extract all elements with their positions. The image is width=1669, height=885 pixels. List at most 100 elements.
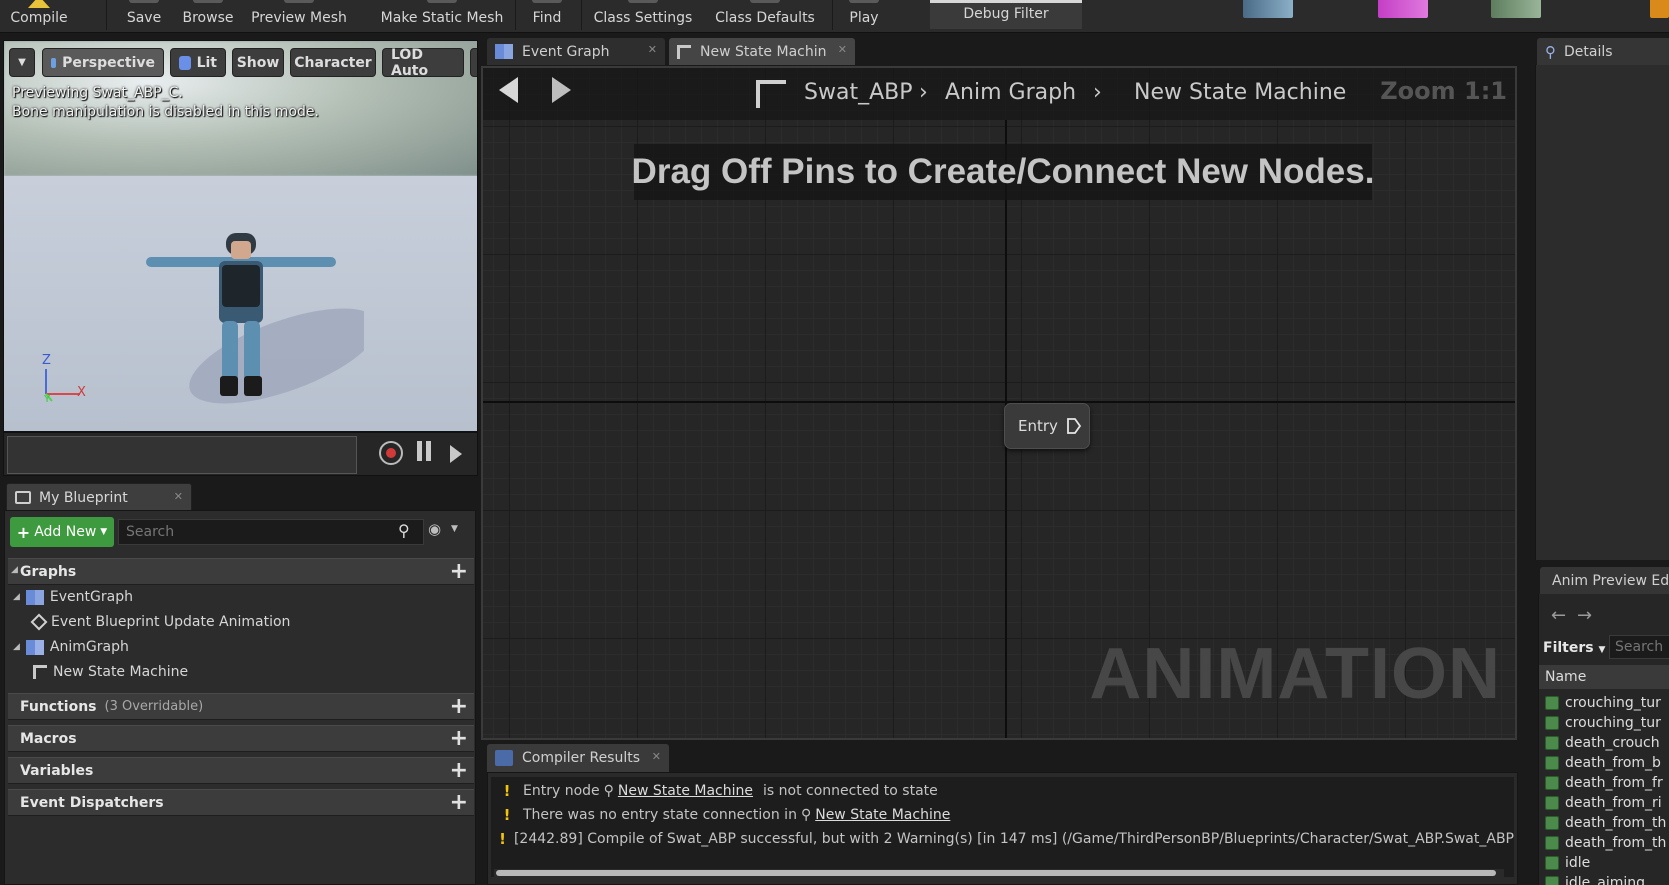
blueprint-search-input[interactable] — [118, 519, 424, 545]
back-arrow-icon[interactable]: ← — [1551, 605, 1566, 626]
compile-label: Compile — [10, 10, 68, 26]
tree-item-new-state-machine[interactable]: New State Machine — [33, 664, 188, 680]
thumbnail-icon[interactable] — [1491, 0, 1541, 18]
add-macro-button[interactable]: + — [450, 728, 468, 750]
list-item[interactable]: idle — [1545, 853, 1669, 872]
step-forward-icon — [450, 445, 462, 463]
add-function-button[interactable]: + — [450, 696, 468, 718]
add-variable-button[interactable]: + — [450, 760, 468, 782]
browse-button[interactable]: Browse — [180, 0, 236, 33]
log-line: ! [2442.89] Compile of Swat_ABP successf… — [491, 828, 1514, 850]
lit-sphere-icon — [179, 55, 191, 70]
step-forward-button[interactable] — [450, 441, 462, 470]
class-defaults-button[interactable]: Class Defaults — [713, 0, 817, 33]
class-settings-button[interactable]: Class Settings — [592, 0, 694, 33]
viewport-options-dropdown[interactable]: ▼ — [9, 48, 35, 77]
character-dropdown[interactable]: Character — [290, 48, 376, 77]
tab-event-graph[interactable]: Event Graph ✕ — [487, 38, 665, 65]
close-icon[interactable]: ✕ — [648, 43, 657, 56]
event-graph-icon — [25, 589, 44, 605]
record-button[interactable] — [379, 441, 403, 472]
lit-dropdown[interactable]: Lit — [170, 48, 226, 77]
breadcrumb-anim-graph[interactable]: Anim Graph — [945, 80, 1076, 105]
graphs-category[interactable]: ◢ Graphs + — [8, 558, 474, 585]
add-new-button[interactable]: + Add New ▼ — [10, 517, 114, 547]
toolbar-separator — [515, 0, 516, 30]
scrollbar-thumb[interactable] — [496, 870, 1496, 876]
list-item[interactable]: death_from_fr — [1545, 773, 1669, 792]
tree-item-eventgraph[interactable]: ◢ EventGraph — [13, 589, 133, 605]
list-item[interactable]: death_from_b — [1545, 753, 1669, 772]
list-item[interactable]: death_from_th — [1545, 813, 1669, 832]
entry-node[interactable]: Entry — [1004, 403, 1090, 449]
pause-button[interactable] — [417, 441, 431, 468]
thumbnail-icon[interactable] — [1650, 0, 1669, 18]
exec-pin-icon[interactable] — [1066, 417, 1082, 435]
my-blueprint-tab[interactable]: My Blueprint ✕ — [6, 483, 192, 511]
back-arrow-icon[interactable] — [499, 77, 518, 103]
compiler-results-tab[interactable]: Compiler Results ✕ — [487, 744, 669, 772]
toolbar-separator — [832, 0, 833, 30]
preview-mesh-button[interactable]: Preview Mesh — [248, 0, 350, 33]
name-column-header[interactable]: Name — [1539, 665, 1669, 689]
tree-item-event-update[interactable]: Event Blueprint Update Animation — [30, 613, 290, 631]
lod-dropdown[interactable]: LOD Auto — [382, 46, 464, 79]
list-item[interactable]: idle_aiming — [1545, 873, 1669, 885]
breadcrumb-new-state-machine[interactable]: New State Machine — [1134, 80, 1346, 105]
animation-asset-icon — [1545, 795, 1559, 810]
compile-button[interactable]: Compile — [10, 0, 68, 33]
details-panel — [1535, 65, 1669, 560]
find-label: Find — [532, 10, 562, 26]
thumbnail-icon[interactable] — [1378, 0, 1428, 18]
compiler-results-panel: ! Entry node ⚲ New State Machine is not … — [487, 772, 1518, 885]
thumbnail-icon[interactable] — [1243, 0, 1293, 18]
find-button[interactable]: Find — [528, 0, 566, 33]
add-new-label: Add New — [34, 524, 97, 540]
viewport-overflow[interactable] — [470, 48, 477, 77]
preview-viewport[interactable]: Z X Y ▼ Perspective Lit Show Character L… — [3, 40, 478, 432]
debug-filter-dropdown[interactable]: Debug Filter — [930, 0, 1082, 29]
asset-search-input[interactable] — [1609, 635, 1669, 659]
list-item[interactable]: crouching_tur — [1545, 713, 1669, 732]
horizontal-scrollbar[interactable] — [494, 869, 1504, 877]
details-tab[interactable]: ⚲ Details — [1537, 38, 1669, 65]
close-icon[interactable]: ✕ — [652, 750, 661, 763]
new-state-machine-link[interactable]: New State Machine — [815, 807, 950, 823]
list-item[interactable]: crouching_tur — [1545, 693, 1669, 712]
search-icon[interactable]: ⚲ — [398, 521, 410, 540]
make-static-mesh-button[interactable]: Make Static Mesh — [375, 0, 509, 33]
state-machine-graph[interactable]: Swat_ABP › Anim Graph › New State Machin… — [481, 66, 1517, 740]
close-icon[interactable]: ✕ — [174, 490, 183, 503]
log-line: ! Entry node ⚲ New State Machine is not … — [491, 780, 1514, 802]
animation-asset-icon — [1545, 775, 1559, 790]
chevron-down-icon[interactable]: ▼ — [451, 524, 458, 534]
variables-category[interactable]: Variables + — [8, 757, 474, 784]
play-button[interactable]: Play — [842, 0, 886, 33]
tab-new-state-machine[interactable]: New State Machin ✕ — [669, 38, 855, 65]
lod-label: LOD Auto — [391, 46, 429, 79]
perspective-dropdown[interactable]: Perspective — [42, 48, 164, 77]
new-state-machine-link[interactable]: New State Machine — [618, 783, 753, 799]
state-machine-icon — [677, 44, 691, 59]
list-item[interactable]: death_from_ri — [1545, 793, 1669, 812]
breadcrumb-swat-abp[interactable]: Swat_ABP — [804, 80, 912, 105]
eye-icon[interactable]: ◉ — [428, 520, 441, 538]
forward-arrow-icon[interactable]: → — [1577, 605, 1592, 626]
save-button[interactable]: Save — [120, 0, 168, 33]
list-item[interactable]: death_from_th — [1545, 833, 1669, 852]
filters-dropdown[interactable]: Filters ▼ — [1543, 640, 1605, 656]
close-icon[interactable]: ✕ — [838, 43, 847, 56]
make-static-mesh-label: Make Static Mesh — [380, 10, 504, 26]
functions-category[interactable]: Functions (3 Overridable) + — [8, 693, 474, 720]
show-dropdown[interactable]: Show — [232, 48, 284, 77]
anim-preview-editor-tab[interactable]: Anim Preview Ed — [1540, 567, 1669, 594]
tree-item-animgraph[interactable]: ◢ AnimGraph — [13, 639, 129, 655]
macros-category[interactable]: Macros + — [8, 725, 474, 752]
add-dispatcher-button[interactable]: + — [450, 792, 468, 814]
list-item[interactable]: death_crouch — [1545, 733, 1669, 752]
event-dispatchers-category[interactable]: Event Dispatchers + — [8, 789, 474, 816]
show-label: Show — [236, 54, 280, 71]
forward-arrow-icon[interactable] — [552, 77, 571, 103]
timeline-field[interactable] — [7, 436, 357, 474]
add-graph-button[interactable]: + — [450, 561, 468, 583]
